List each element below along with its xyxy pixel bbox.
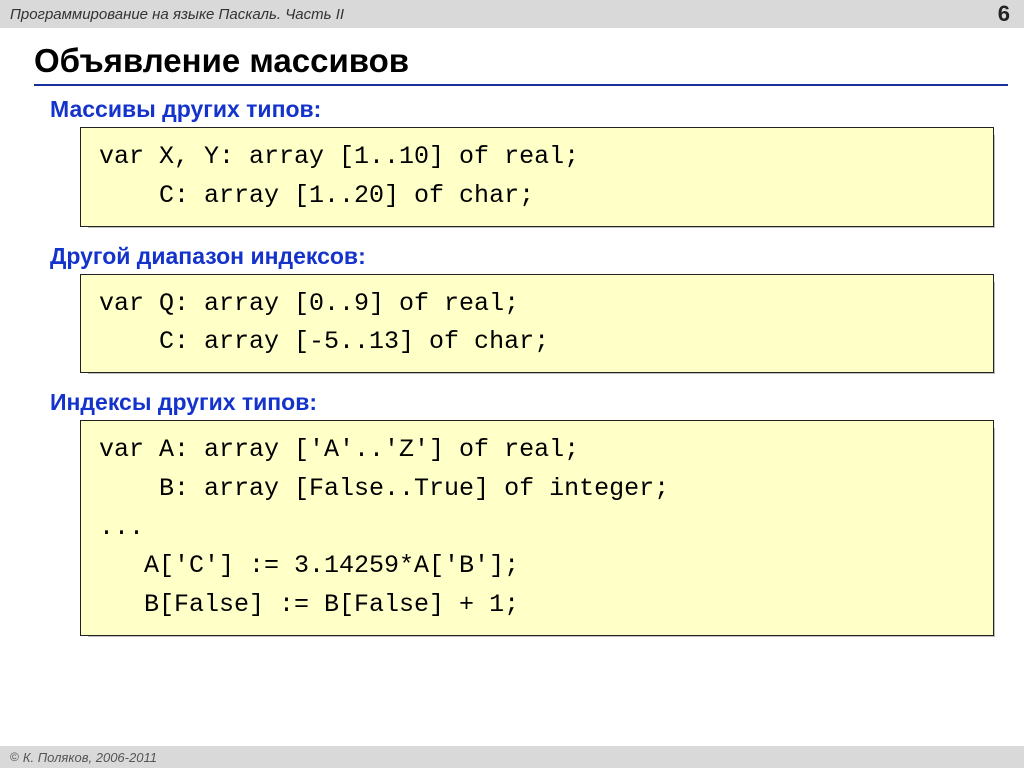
slide-heading: Объявление массивов <box>34 42 1024 80</box>
slide-page: Программирование на языке Паскаль. Часть… <box>0 0 1024 768</box>
copyright-icon: © <box>10 750 19 764</box>
footer-text: К. Поляков, 2006-2011 <box>23 750 157 765</box>
heading-rule <box>34 84 1008 86</box>
footer-bar: © К. Поляков, 2006-2011 <box>0 746 1024 768</box>
section-label: Массивы других типов: <box>50 96 994 123</box>
code-content: var Q: array [0..9] of real; C: array [-… <box>80 274 994 374</box>
code-block: var Q: array [0..9] of real; C: array [-… <box>80 274 994 374</box>
slide-content: Массивы других типов: var X, Y: array [1… <box>0 96 1024 636</box>
doc-title: Программирование на языке Паскаль. Часть… <box>10 6 344 23</box>
code-content: var A: array ['A'..'Z'] of real; B: arra… <box>80 420 994 636</box>
code-block: var X, Y: array [1..10] of real; C: arra… <box>80 127 994 227</box>
code-block: var A: array ['A'..'Z'] of real; B: arra… <box>80 420 994 636</box>
section-label: Другой диапазон индексов: <box>50 243 994 270</box>
code-content: var X, Y: array [1..10] of real; C: arra… <box>80 127 994 227</box>
top-bar: Программирование на языке Паскаль. Часть… <box>0 0 1024 28</box>
page-number: 6 <box>998 1 1010 27</box>
section-label: Индексы других типов: <box>50 389 994 416</box>
